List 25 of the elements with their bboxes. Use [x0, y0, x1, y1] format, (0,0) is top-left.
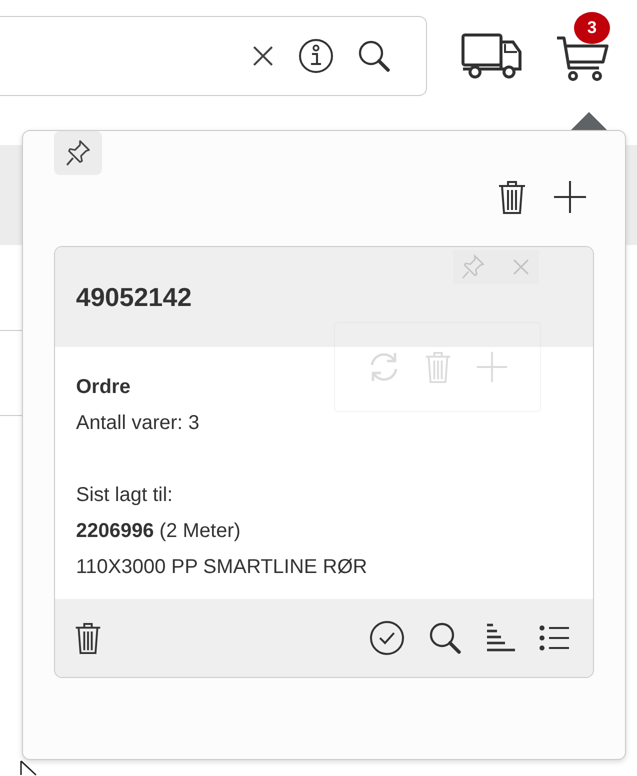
- faded-close-icon: [511, 257, 531, 277]
- truck-icon[interactable]: [461, 32, 523, 80]
- item-count: Antall varer: 3: [76, 411, 200, 436]
- popup-pointer: [571, 112, 607, 130]
- sort-lines-icon[interactable]: [485, 622, 517, 654]
- faded-pin-icon: [461, 254, 485, 280]
- item-description: 110X3000 PP SMARTLINE RØR: [76, 555, 368, 580]
- pin-button[interactable]: [54, 131, 102, 175]
- faded-add-icon: [474, 350, 508, 384]
- add-icon[interactable]: [552, 179, 588, 215]
- trash-icon[interactable]: [496, 179, 528, 215]
- order-number: 49052142: [76, 282, 192, 312]
- last-added-label: Sist lagt til:: [76, 483, 173, 508]
- search-icon[interactable]: [356, 38, 392, 74]
- cart-count-badge: 3: [574, 12, 610, 44]
- last-added-item: 2206996 (2 Meter): [76, 519, 241, 544]
- order-type: Ordre: [76, 375, 130, 400]
- info-icon[interactable]: [298, 38, 334, 74]
- mouse-cursor-icon: [20, 760, 38, 776]
- trash-icon[interactable]: [73, 621, 103, 655]
- search-field[interactable]: [0, 16, 427, 96]
- pin-icon: [65, 139, 91, 167]
- check-circle-icon[interactable]: [369, 620, 405, 656]
- cart-icon[interactable]: [555, 34, 611, 82]
- search-icon[interactable]: [427, 620, 463, 656]
